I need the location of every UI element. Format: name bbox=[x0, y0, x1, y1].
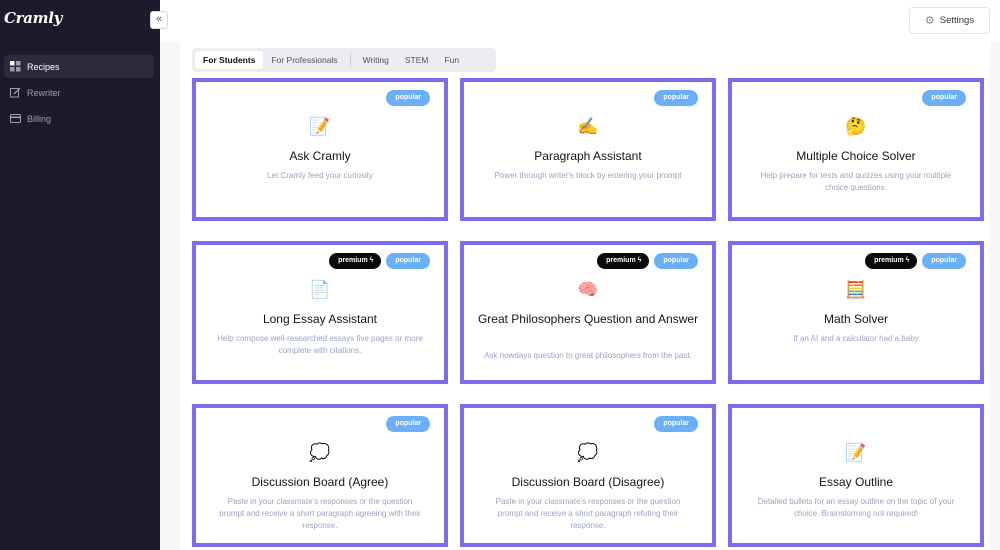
popular-badge: popular bbox=[386, 253, 430, 269]
settings-button[interactable]: ⚙ Settings bbox=[909, 7, 990, 34]
recipe-card[interactable]: popular 💭 Discussion Board (Disagree) Paste… bbox=[460, 404, 716, 547]
gear-icon: ⚙ bbox=[924, 15, 935, 27]
recipe-title: Discussion Board (Agree) bbox=[251, 475, 389, 489]
tab-divider bbox=[349, 53, 351, 67]
recipe-emoji-icon: 📝 bbox=[845, 443, 867, 462]
recipe-card[interactable]: popular 📝 Ask Cramly Let Cramly feed your c… bbox=[192, 78, 448, 221]
edit-icon bbox=[9, 87, 21, 99]
premium-badge: premium ϟ bbox=[865, 253, 918, 269]
sidebar-item-label: Billing bbox=[27, 113, 52, 124]
card-badges: popular bbox=[922, 90, 966, 106]
top-bar: ⚙ Settings bbox=[160, 0, 1000, 42]
tab-writing[interactable]: Writing bbox=[355, 51, 397, 69]
recipe-emoji-icon: 🧠 bbox=[577, 280, 599, 299]
grid-icon bbox=[9, 61, 21, 73]
settings-label: Settings bbox=[939, 15, 975, 26]
popular-badge: popular bbox=[654, 90, 698, 106]
recipe-description: Help compose well-researched essays five… bbox=[217, 334, 423, 355]
recipes-panel: For Students For Professionals Writing S… bbox=[180, 42, 990, 550]
recipe-title: Great Philosophers Question and Answer bbox=[477, 312, 699, 326]
recipe-emoji-icon: 📝 bbox=[309, 117, 331, 136]
tab-for-students[interactable]: For Students bbox=[195, 51, 264, 69]
recipe-card[interactable]: 📝 Essay Outline Detailed bullets for an es… bbox=[728, 404, 984, 547]
premium-badge: premium ϟ bbox=[597, 253, 650, 269]
recipe-emoji-icon: 🧮 bbox=[845, 280, 867, 299]
tab-fun[interactable]: Fun bbox=[436, 51, 467, 69]
recipe-title: Multiple Choice Solver bbox=[796, 149, 916, 163]
recipe-description: Detailed bullets for an essay outline on… bbox=[757, 497, 955, 518]
cramly-logo[interactable]: Cramly bbox=[4, 9, 62, 27]
recipe-description: Paste in your classmate's responses or t… bbox=[219, 497, 421, 530]
popular-badge: popular bbox=[922, 253, 966, 269]
recipe-description: Paste in your classmate's responses or t… bbox=[495, 497, 681, 530]
recipe-title: Paragraph Assistant bbox=[534, 149, 642, 163]
sidebar-item-label: Rewriter bbox=[27, 87, 61, 98]
popular-badge: popular bbox=[654, 416, 698, 432]
sidebar-nav: Recipes Rewriter Billing bbox=[0, 55, 160, 133]
popular-badge: popular bbox=[922, 90, 966, 106]
popular-badge: popular bbox=[654, 253, 698, 269]
recipe-description: If an AI and a calculator had a baby bbox=[793, 334, 919, 343]
recipe-card[interactable]: popular 🤔 Multiple Choice Solver Help prepa… bbox=[728, 78, 984, 221]
sidebar-item-label: Recipes bbox=[27, 61, 60, 72]
collapse-sidebar-button[interactable]: « bbox=[150, 11, 168, 29]
recipe-emoji-icon: ✍️ bbox=[577, 117, 599, 136]
recipe-card[interactable]: popular 💭 Discussion Board (Agree) Paste in… bbox=[192, 404, 448, 547]
sidebar-item-billing[interactable]: Billing bbox=[4, 107, 154, 130]
sidebar-item-rewriter[interactable]: Rewriter bbox=[4, 81, 154, 104]
recipe-title: Long Essay Assistant bbox=[262, 312, 378, 326]
popular-badge: popular bbox=[386, 416, 430, 432]
tab-for-professionals[interactable]: For Professionals bbox=[263, 51, 345, 69]
recipe-title: Discussion Board (Disagree) bbox=[511, 475, 665, 489]
card-badges: popular bbox=[654, 416, 698, 432]
recipe-emoji-icon: 💭 bbox=[577, 443, 599, 462]
recipe-card[interactable]: premium ϟ popular 🧮 Math Solver If an AI and… bbox=[728, 241, 984, 384]
recipe-title: Math Solver bbox=[823, 312, 889, 326]
recipe-description: Help prepare for tests and quizzes using… bbox=[760, 171, 952, 192]
recipe-title: Essay Outline bbox=[818, 475, 894, 489]
card-badges: popular bbox=[654, 90, 698, 106]
recipe-emoji-icon: 🤔 bbox=[845, 117, 867, 136]
popular-badge: popular bbox=[386, 90, 430, 106]
recipe-card[interactable]: premium ϟ popular 🧠 Great Philosophers Ques… bbox=[460, 241, 716, 384]
card-badges: popular bbox=[386, 416, 430, 432]
recipe-emoji-icon: 📄 bbox=[309, 280, 331, 299]
category-tabs: For Students For Professionals Writing S… bbox=[192, 48, 496, 72]
recipe-description: Ask nowdays question to great philosophe… bbox=[484, 351, 692, 360]
sidebar-item-recipes[interactable]: Recipes bbox=[4, 55, 154, 78]
recipe-emoji-icon: 💭 bbox=[309, 443, 331, 462]
double-chevron-left-icon: « bbox=[155, 13, 163, 25]
recipe-card[interactable]: popular ✍️ Paragraph Assistant Power throug… bbox=[460, 78, 716, 221]
recipe-description: Let Cramly feed your curiosity bbox=[267, 171, 373, 180]
tab-stem[interactable]: STEM bbox=[397, 51, 437, 69]
card-icon bbox=[9, 113, 21, 125]
recipe-title: Ask Cramly bbox=[289, 149, 351, 163]
sidebar: Cramly Recipes Rewriter Billing bbox=[0, 0, 160, 550]
card-badges: popular bbox=[386, 90, 430, 106]
card-badges: premium ϟ popular bbox=[597, 253, 698, 269]
recipe-card[interactable]: premium ϟ popular 📄 Long Essay Assistant Hel… bbox=[192, 241, 448, 384]
card-badges: premium ϟ popular bbox=[865, 253, 966, 269]
card-badges: premium ϟ popular bbox=[329, 253, 430, 269]
premium-badge: premium ϟ bbox=[329, 253, 382, 269]
recipe-description: Power through writer's block by entering… bbox=[494, 171, 682, 180]
